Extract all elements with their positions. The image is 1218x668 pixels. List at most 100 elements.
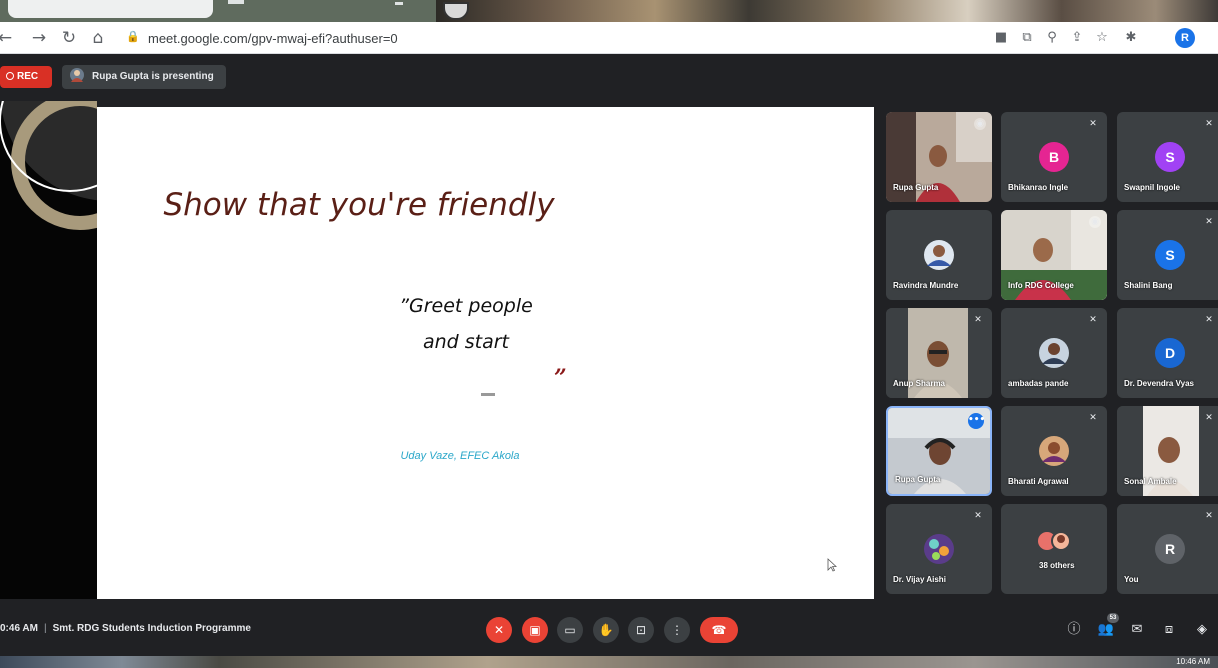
participant-tile[interactable]: ✕ Dr. Vijay Aishi (886, 504, 992, 594)
participant-tile[interactable]: ✕ Bharati Agrawal (1001, 406, 1107, 496)
participant-tile[interactable]: ✕ Sonal Ambale (1117, 406, 1218, 496)
address-bar[interactable]: 🔒 meet.google.com/gpv-mwaj-efi?authuser=… (118, 26, 980, 50)
participant-tile[interactable]: ✕ B Bhikanrao Ingle (1001, 112, 1107, 202)
participant-name: Ravindra Mundre (893, 281, 959, 290)
participant-name: Rupa Gupta (893, 183, 939, 192)
taskbar-clock: 10:46 AM (1176, 657, 1210, 666)
participant-tile[interactable]: ◉ Info RDG College (1001, 210, 1107, 300)
record-icon (6, 72, 14, 80)
recording-badge: REC (0, 66, 52, 88)
participant-name: Sonal Ambale (1124, 477, 1177, 486)
mic-off-icon: ✕ (974, 511, 982, 521)
back-icon[interactable]: ← (0, 27, 16, 49)
present-screen-button[interactable]: ⊡ (628, 617, 654, 643)
profile-avatar[interactable]: R (1175, 28, 1195, 48)
participant-tile[interactable]: ✕ S Swapnil Ingole (1117, 112, 1218, 202)
participant-name: Dr. Vijay Aishi (893, 575, 946, 584)
participant-avatar: S (1155, 142, 1185, 172)
more-options-button[interactable]: ⋮ (664, 617, 690, 643)
rec-label: REC (17, 71, 39, 82)
participant-name: Swapnil Ingole (1124, 183, 1181, 192)
decorative-arcs (0, 101, 97, 230)
camera-toggle-button[interactable]: ▣ (522, 617, 548, 643)
others-tile[interactable]: 38 others (1001, 504, 1107, 594)
zoom-icon[interactable]: ⚲ (1043, 29, 1061, 47)
chat-icon[interactable]: ✉ (1128, 621, 1146, 639)
participant-name: Rupa Gupta (895, 475, 941, 484)
participant-name: ambadas pande (1008, 379, 1069, 388)
raise-hand-button[interactable]: ✋ (593, 617, 619, 643)
self-name: You (1124, 575, 1139, 584)
presenting-text: Rupa Gupta is presenting (92, 71, 214, 82)
participant-tile[interactable]: ✕ D Dr. Devendra Vyas (1117, 308, 1218, 398)
clipped-text-fragment (481, 393, 495, 396)
tab-close-icon[interactable] (395, 2, 403, 5)
participant-name: Bhikanrao Ingle (1008, 183, 1069, 192)
participant-tile[interactable]: ✕ Anup Sharma (886, 308, 992, 398)
camera-indicator-icon[interactable]: ■ (992, 29, 1010, 47)
mic-off-icon: ✕ (1089, 119, 1097, 129)
slide-quote-line-2: and start (422, 331, 510, 353)
meeting-controls-bar: 0:46 AM | Smt. RDG Students Induction Prog… (0, 605, 1218, 655)
mic-off-icon: ✕ (1205, 511, 1213, 521)
os-taskbar: 10:46 AM (0, 656, 1218, 668)
url-text: meet.google.com/gpv-mwaj-efi?authuser=0 (148, 31, 398, 46)
people-count-badge: 53 (1107, 613, 1119, 623)
speaking-indicator-icon: ◉ (1089, 216, 1101, 228)
presenting-chip[interactable]: Rupa Gupta is presenting (62, 65, 226, 89)
closing-quote-mark: ” (554, 365, 567, 391)
mic-off-icon: ✕ (1205, 413, 1213, 423)
browser-tab[interactable] (228, 0, 244, 4)
mic-off-icon: ✕ (1089, 413, 1097, 423)
participant-tile[interactable]: Ravindra Mundre (886, 210, 992, 300)
slide-title: Show that you're friendly (163, 187, 555, 223)
self-tile[interactable]: ✕ R You (1117, 504, 1218, 594)
participant-name: Shalini Bang (1124, 281, 1173, 290)
captions-button[interactable]: ▭ (557, 617, 583, 643)
leave-call-button[interactable]: ☎ (700, 617, 738, 643)
meeting-info: 0:46 AM | Smt. RDG Students Induction Prog… (0, 623, 251, 634)
browser-tab-strip (0, 0, 1218, 22)
reload-icon[interactable]: ↻ (58, 27, 80, 49)
slide-author: Uday Vaze, EFEC Akola (400, 450, 520, 462)
speaking-indicator-icon: ◉ (974, 118, 986, 130)
forward-icon[interactable]: → (28, 27, 50, 49)
meeting-details-icon[interactable]: ⓘ (1065, 621, 1083, 639)
mic-toggle-button[interactable]: ✕ (486, 617, 512, 643)
meeting-time: 0:46 AM (0, 623, 38, 634)
slide-decoration (0, 101, 97, 599)
participant-tile[interactable]: ✕ S Shalini Bang (1117, 210, 1218, 300)
mic-off-icon: ✕ (1089, 315, 1097, 325)
participant-tile-active[interactable]: ••• Rupa Gupta (886, 406, 992, 496)
browser-tab-active[interactable] (8, 0, 213, 18)
mouse-cursor-icon (827, 558, 837, 572)
participant-name: Info RDG College (1008, 281, 1074, 290)
lock-icon: 🔒 (126, 30, 140, 43)
meeting-title: Smt. RDG Students Induction Programme (52, 623, 251, 634)
presentation-slide: Show that you're friendly ”Greet people … (97, 107, 874, 599)
video-background-strip (436, 0, 1218, 22)
participant-tile[interactable]: ◉ Rupa Gupta (886, 112, 992, 202)
group-avatars-icon (1038, 531, 1071, 551)
self-avatar: R (1155, 534, 1185, 564)
translate-icon[interactable]: ⧉ (1018, 29, 1036, 47)
activities-icon[interactable]: ⧈ (1160, 621, 1178, 639)
bookmark-star-icon[interactable]: ☆ (1093, 29, 1111, 47)
home-icon[interactable]: ⌂ (87, 27, 109, 49)
people-icon[interactable]: 👥 53 (1097, 613, 1119, 639)
participant-tile[interactable]: ✕ ambadas pande (1001, 308, 1107, 398)
browser-toolbar: ← → ↻ ⌂ 🔒 meet.google.com/gpv-mwaj-efi?a… (0, 22, 1218, 54)
mic-off-icon: ✕ (1205, 315, 1213, 325)
slide-quote-line-1: ”Greet people (399, 295, 533, 317)
extensions-icon[interactable]: ✱ (1122, 29, 1140, 47)
more-options-icon[interactable]: ••• (968, 413, 985, 429)
participant-name: Anup Sharma (893, 379, 946, 388)
host-controls-icon[interactable]: ◈ (1193, 621, 1211, 639)
share-icon[interactable]: ⇪ (1068, 29, 1086, 47)
meet-header: REC Rupa Gupta is presenting (0, 55, 1218, 95)
mic-off-icon: ✕ (1205, 217, 1213, 227)
participant-name: Bharati Agrawal (1008, 477, 1069, 486)
participant-name: Dr. Devendra Vyas (1124, 379, 1194, 388)
participant-avatar: D (1155, 338, 1185, 368)
others-label: 38 others (1039, 561, 1075, 570)
